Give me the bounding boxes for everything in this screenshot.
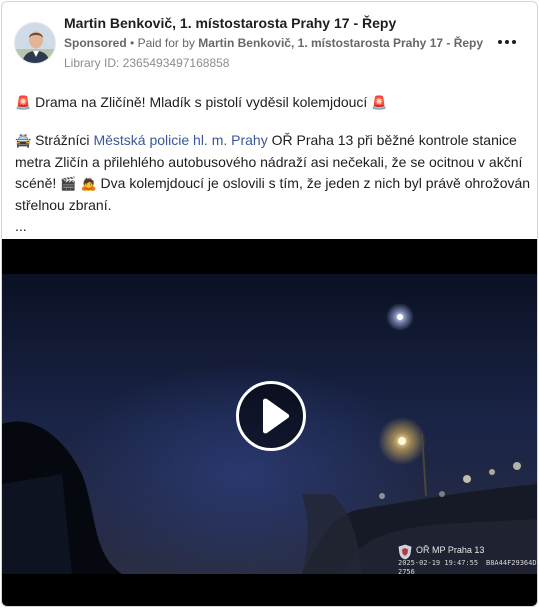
page-mention-link[interactable]: Městská policie hl. m. Prahy	[93, 132, 267, 148]
post-header: Martin Benkovič, 1. místostarosta Prahy …	[2, 2, 537, 78]
play-button[interactable]	[236, 381, 306, 451]
siren-emoji-icon: 🚨	[371, 96, 388, 111]
more-dot-icon	[498, 40, 502, 44]
police-car-emoji-icon: 🚔	[15, 134, 32, 149]
ad-post-card: Martin Benkovič, 1. místostarosta Prahy …	[1, 1, 538, 607]
video-device-id: B8A44F29364D	[486, 559, 537, 567]
paragraph-text: Strážníci	[35, 132, 90, 148]
library-id: Library ID: 2365493497168858	[64, 56, 230, 70]
police-shield-icon	[398, 544, 412, 560]
more-dot-icon	[512, 40, 516, 44]
post-message: 🚨 Drama na Zličíně! Mladík s pistolí vyd…	[15, 92, 530, 237]
meta-separator: •	[130, 36, 135, 50]
paragraph-line-4: střelnou zbraní.	[15, 197, 112, 213]
see-more-ellipsis[interactable]: ...	[15, 216, 527, 237]
sponsored-line: Sponsored • Paid for by Martin Benkovič,…	[64, 36, 483, 50]
clapper-person-emoji-icon: 🎬 🙇	[60, 177, 97, 192]
paragraph-line-3: scéně! 🎬 🙇 Dva kolemjdoucí je oslovili s…	[15, 173, 530, 195]
paragraph-text: scéně!	[15, 175, 57, 191]
siren-emoji-icon: 🚨	[15, 96, 32, 111]
headline-line: 🚨 Drama na Zličíně! Mladík s pistolí vyd…	[15, 92, 527, 114]
paragraph-text: OŘ Praha 13 při běžné kontrole stanice	[271, 132, 517, 148]
paragraph-line-1: 🚔 Strážníci Městská policie hl. m. Prahy…	[15, 130, 527, 152]
paragraph-text: Dva kolemjdoucí je oslovili s tím, že je…	[100, 175, 531, 191]
headline-text: Drama na Zličíně! Mladík s pistolí vyděs…	[35, 94, 368, 110]
video-watermark: OŘ MP Praha 13	[416, 545, 485, 555]
play-icon	[263, 398, 290, 434]
more-dot-icon	[505, 40, 509, 44]
video-timestamp: 2025-02-19 19:47:55	[398, 559, 479, 567]
more-options-button[interactable]	[495, 32, 519, 52]
paid-for-prefix: Paid for by	[137, 36, 195, 50]
video-frame-number: 2756	[398, 568, 415, 576]
sponsored-label: Sponsored	[64, 36, 127, 50]
page-avatar[interactable]	[14, 22, 56, 64]
paid-for-by: Martin Benkovič, 1. místostarosta Prahy …	[198, 36, 484, 50]
video-player[interactable]: OŘ MP Praha 13 2025-02-19 19:47:55 B8A44…	[2, 239, 537, 606]
paragraph-line-2: metra Zličín a přilehlého autobusového n…	[15, 154, 523, 170]
page-name[interactable]: Martin Benkovič, 1. místostarosta Prahy …	[64, 15, 396, 31]
